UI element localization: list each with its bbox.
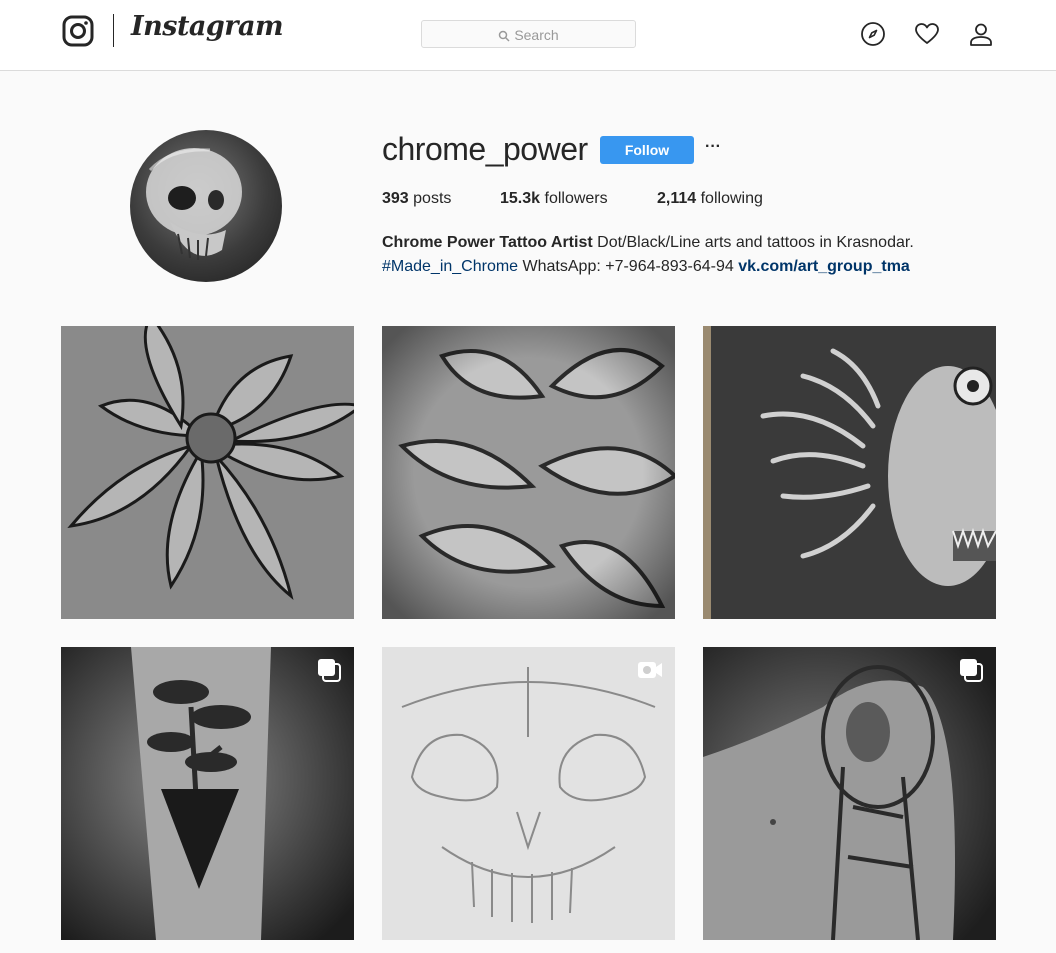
posts-count: 393 xyxy=(382,190,409,207)
post-tile[interactable] xyxy=(61,326,354,619)
profile-icon[interactable] xyxy=(968,21,994,47)
post-tile[interactable] xyxy=(703,326,996,619)
bio-full-name: Chrome Power Tattoo Artist xyxy=(382,234,593,251)
post-tile[interactable] xyxy=(61,647,354,940)
carousel-icon xyxy=(318,659,341,682)
search-input[interactable]: Search xyxy=(421,20,636,48)
post-image-skull-sketch xyxy=(382,647,675,940)
search-placeholder-wrap: Search xyxy=(422,27,635,43)
bio-hashtag-link[interactable]: #Made_in_Chrome xyxy=(382,258,518,275)
post-image-chrysanthemum-closeup xyxy=(382,326,675,619)
profile-avatar[interactable] xyxy=(130,130,282,282)
following-count: 2,114 xyxy=(657,190,697,207)
skull-artwork xyxy=(146,148,242,260)
post-image-chrysanthemum xyxy=(61,326,354,619)
post-tile[interactable] xyxy=(382,647,675,940)
heart-icon[interactable] xyxy=(914,21,940,47)
profile-bio: Chrome Power Tattoo Artist Dot/Black/Lin… xyxy=(382,231,914,279)
logo-divider xyxy=(113,14,114,47)
bio-contact: WhatsApp: +7-964-893-64-94 xyxy=(518,258,739,275)
post-image-skull-flames xyxy=(703,326,996,619)
instagram-camera-icon[interactable] xyxy=(62,15,94,47)
followers-stat[interactable]: 15.3k followers xyxy=(500,190,608,208)
carousel-icon xyxy=(960,659,983,682)
following-label: following xyxy=(700,190,763,207)
post-image-bonsai-tattoo xyxy=(61,647,354,940)
bio-description: Dot/Black/Line arts and tattoos in Krasn… xyxy=(592,234,914,251)
top-navigation-bar: Instagram Search xyxy=(0,0,1056,71)
bio-line-1: Chrome Power Tattoo Artist Dot/Black/Lin… xyxy=(382,231,914,255)
video-icon xyxy=(638,662,662,678)
followers-label: followers xyxy=(544,190,608,207)
post-tile[interactable] xyxy=(382,326,675,619)
following-stat[interactable]: 2,114 following xyxy=(657,190,763,208)
profile-username: chrome_power xyxy=(382,131,588,167)
search-icon xyxy=(499,31,510,42)
posts-stat: 393 posts xyxy=(382,190,451,208)
compass-icon[interactable] xyxy=(860,21,886,47)
post-tile[interactable] xyxy=(703,647,996,940)
search-placeholder: Search xyxy=(514,27,559,43)
follow-button[interactable]: Follow xyxy=(600,136,694,164)
instagram-wordmark[interactable]: Instagram xyxy=(131,11,284,42)
more-options-button[interactable]: ··· xyxy=(704,137,722,161)
followers-count: 15.3k xyxy=(500,190,541,207)
bio-website-link[interactable]: vk.com/art_group_tma xyxy=(738,258,910,275)
bio-line-2: #Made_in_Chrome WhatsApp: +7-964-893-64-… xyxy=(382,255,914,279)
post-image-warrior-tattoo xyxy=(703,647,996,940)
posts-label: posts xyxy=(413,190,452,207)
